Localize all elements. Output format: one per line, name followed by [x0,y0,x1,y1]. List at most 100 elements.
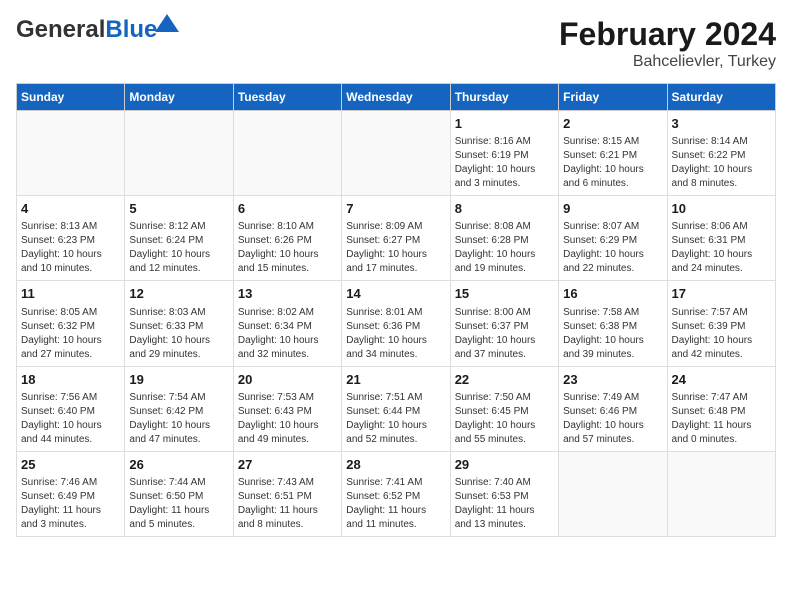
header-saturday: Saturday [667,84,775,111]
calendar-cell: 28Sunrise: 7:41 AM Sunset: 6:52 PM Dayli… [342,451,450,536]
calendar-cell: 13 Sunrise: 8:02 AM Sunset: 6:34 PM Dayli… [233,281,341,366]
day-number: 29 [455,456,554,474]
calendar-cell: 18Sunrise: 7:56 AM Sunset: 6:40 PM Dayli… [17,366,125,451]
calendar-header-row: SundayMondayTuesdayWednesdayThursdayFrid… [17,84,776,111]
day-number: 4 [21,200,120,218]
logo-arrow-icon [155,14,179,32]
calendar-cell: 6 Sunrise: 8:10 AM Sunset: 6:26 PM Daylig… [233,196,341,281]
header-thursday: Thursday [450,84,558,111]
header-monday: Monday [125,84,233,111]
day-info: Sunrise: 7:56 AM Sunset: 6:40 PM Dayligh… [21,391,120,447]
day-info: Sunrise: 8:03 AM Sunset: 6:33 PM Dayligh… [129,306,228,362]
calendar-cell: 21 Sunrise: 7:51 AM Sunset: 6:44 PM Dayli… [342,366,450,451]
calendar-cell: 12 Sunrise: 8:03 AM Sunset: 6:33 PM Dayli… [125,281,233,366]
day-number: 5 [129,200,228,218]
calendar-cell: 2 Sunrise: 8:15 AM Sunset: 6:21 PM Daylig… [559,111,667,196]
day-info: Sunrise: 7:43 AM Sunset: 6:51 PM Dayligh… [238,476,337,532]
day-info: Sunrise: 7:40 AM Sunset: 6:53 PM Dayligh… [455,476,554,532]
day-number: 3 [672,115,771,133]
calendar-week-1: 4 Sunrise: 8:13 AM Sunset: 6:23 PM Daylig… [17,196,776,281]
page-header: GeneralBlue February 2024 Bahcelievler, … [16,16,776,71]
calendar-cell: 16 Sunrise: 7:58 AM Sunset: 6:38 PM Dayli… [559,281,667,366]
day-number: 19 [129,371,228,389]
calendar-cell: 29 Sunrise: 7:40 AM Sunset: 6:53 PM Dayli… [450,451,558,536]
calendar-cell: 20 Sunrise: 7:53 AM Sunset: 6:43 PM Dayli… [233,366,341,451]
calendar-cell [342,111,450,196]
calendar-cell: 5 Sunrise: 8:12 AM Sunset: 6:24 PM Daylig… [125,196,233,281]
day-info: Sunrise: 8:15 AM Sunset: 6:21 PM Dayligh… [563,135,662,191]
calendar-cell: 15 Sunrise: 8:00 AM Sunset: 6:37 PM Dayli… [450,281,558,366]
day-number: 1 [455,115,554,133]
day-info: Sunrise: 8:07 AM Sunset: 6:29 PM Dayligh… [563,220,662,276]
day-number: 11 [21,285,120,303]
calendar-cell [559,451,667,536]
header-tuesday: Tuesday [233,84,341,111]
month-title: February 2024 [559,16,776,53]
day-number: 20 [238,371,337,389]
calendar-cell [667,451,775,536]
calendar-cell: 14 Sunrise: 8:01 AM Sunset: 6:36 PM Dayli… [342,281,450,366]
calendar-cell: 19 Sunrise: 7:54 AM Sunset: 6:42 PM Dayli… [125,366,233,451]
logo-text: GeneralBlue [16,16,157,43]
day-info: Sunrise: 7:54 AM Sunset: 6:42 PM Dayligh… [129,391,228,447]
calendar-cell: 4 Sunrise: 8:13 AM Sunset: 6:23 PM Daylig… [17,196,125,281]
day-number: 17 [672,285,771,303]
calendar-cell: 1 Sunrise: 8:16 AM Sunset: 6:19 PM Daylig… [450,111,558,196]
day-info: Sunrise: 8:14 AM Sunset: 6:22 PM Dayligh… [672,135,771,191]
calendar-cell: 17 Sunrise: 7:57 AM Sunset: 6:39 PM Dayli… [667,281,775,366]
day-info: Sunrise: 7:41 AM Sunset: 6:52 PM Dayligh… [346,476,445,532]
calendar-cell: 8 Sunrise: 8:08 AM Sunset: 6:28 PM Daylig… [450,196,558,281]
day-number: 14 [346,285,445,303]
day-number: 15 [455,285,554,303]
title-area: February 2024 Bahcelievler, Turkey [559,16,776,71]
calendar-cell: 10 Sunrise: 8:06 AM Sunset: 6:31 PM Dayli… [667,196,775,281]
day-number: 12 [129,285,228,303]
calendar-cell: 22Sunrise: 7:50 AM Sunset: 6:45 PM Dayli… [450,366,558,451]
day-number: 6 [238,200,337,218]
day-number: 16 [563,285,662,303]
header-friday: Friday [559,84,667,111]
day-info: Sunrise: 7:58 AM Sunset: 6:38 PM Dayligh… [563,306,662,362]
calendar-cell [233,111,341,196]
location: Bahcelievler, Turkey [559,53,776,71]
calendar-cell [17,111,125,196]
day-info: Sunrise: 8:10 AM Sunset: 6:26 PM Dayligh… [238,220,337,276]
day-info: Sunrise: 8:05 AM Sunset: 6:32 PM Dayligh… [21,306,120,362]
day-number: 24 [672,371,771,389]
day-number: 8 [455,200,554,218]
day-info: Sunrise: 8:00 AM Sunset: 6:37 PM Dayligh… [455,306,554,362]
day-info: Sunrise: 8:09 AM Sunset: 6:27 PM Dayligh… [346,220,445,276]
day-number: 2 [563,115,662,133]
calendar-cell: 9Sunrise: 8:07 AM Sunset: 6:29 PM Daylig… [559,196,667,281]
day-info: Sunrise: 8:13 AM Sunset: 6:23 PM Dayligh… [21,220,120,276]
day-number: 21 [346,371,445,389]
day-number: 25 [21,456,120,474]
day-number: 23 [563,371,662,389]
day-info: Sunrise: 7:49 AM Sunset: 6:46 PM Dayligh… [563,391,662,447]
day-info: Sunrise: 8:06 AM Sunset: 6:31 PM Dayligh… [672,220,771,276]
day-number: 27 [238,456,337,474]
calendar-cell: 24Sunrise: 7:47 AM Sunset: 6:48 PM Dayli… [667,366,775,451]
day-number: 26 [129,456,228,474]
day-info: Sunrise: 7:51 AM Sunset: 6:44 PM Dayligh… [346,391,445,447]
day-info: Sunrise: 8:01 AM Sunset: 6:36 PM Dayligh… [346,306,445,362]
day-info: Sunrise: 7:46 AM Sunset: 6:49 PM Dayligh… [21,476,120,532]
calendar-cell: 3 Sunrise: 8:14 AM Sunset: 6:22 PM Daylig… [667,111,775,196]
calendar-week-0: 1 Sunrise: 8:16 AM Sunset: 6:19 PM Daylig… [17,111,776,196]
header-wednesday: Wednesday [342,84,450,111]
calendar-table: SundayMondayTuesdayWednesdayThursdayFrid… [16,83,776,537]
day-info: Sunrise: 7:57 AM Sunset: 6:39 PM Dayligh… [672,306,771,362]
calendar-cell [125,111,233,196]
day-info: Sunrise: 8:12 AM Sunset: 6:24 PM Dayligh… [129,220,228,276]
day-number: 10 [672,200,771,218]
day-number: 13 [238,285,337,303]
day-number: 7 [346,200,445,218]
day-info: Sunrise: 8:16 AM Sunset: 6:19 PM Dayligh… [455,135,554,191]
day-info: Sunrise: 8:02 AM Sunset: 6:34 PM Dayligh… [238,306,337,362]
calendar-cell: 23 Sunrise: 7:49 AM Sunset: 6:46 PM Dayli… [559,366,667,451]
calendar-week-4: 25 Sunrise: 7:46 AM Sunset: 6:49 PM Dayli… [17,451,776,536]
header-sunday: Sunday [17,84,125,111]
day-info: Sunrise: 7:53 AM Sunset: 6:43 PM Dayligh… [238,391,337,447]
day-info: Sunrise: 8:08 AM Sunset: 6:28 PM Dayligh… [455,220,554,276]
calendar-week-2: 11 Sunrise: 8:05 AM Sunset: 6:32 PM Dayli… [17,281,776,366]
